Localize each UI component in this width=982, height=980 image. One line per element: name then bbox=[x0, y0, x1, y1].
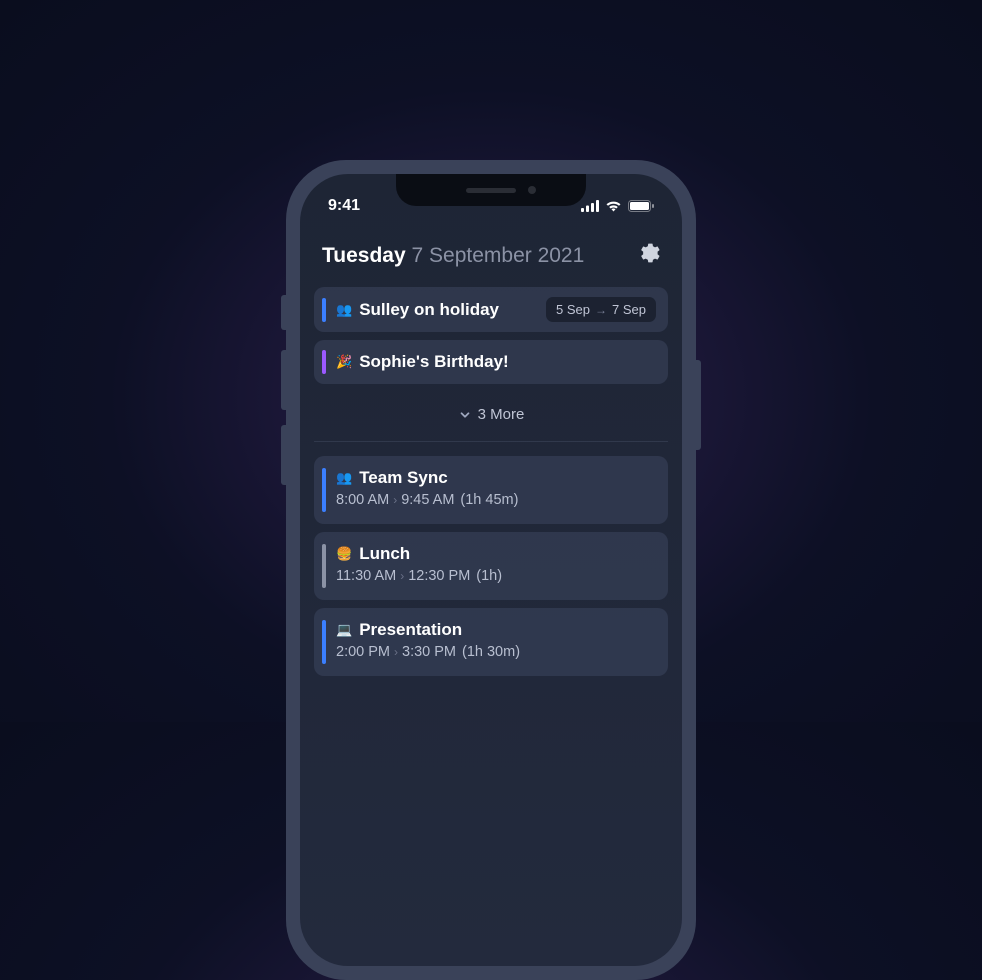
laptop-icon: 💻 bbox=[336, 622, 352, 638]
timed-event-card[interactable]: 💻 Presentation 2:00 PM › 3:30 PM (1h 30m… bbox=[314, 608, 668, 676]
duration: (1h) bbox=[476, 568, 502, 584]
event-color-stripe bbox=[322, 350, 326, 374]
all-day-event-card[interactable]: 👥 Sulley on holiday 5 Sep → 7 Sep bbox=[314, 287, 668, 332]
event-title-row: 👥 Sulley on holiday bbox=[336, 300, 546, 320]
start-time: 11:30 AM bbox=[336, 568, 396, 584]
timed-event-card[interactable]: 👥 Team Sync 8:00 AM › 9:45 AM (1h 45m) bbox=[314, 456, 668, 524]
speaker-grille bbox=[466, 188, 516, 193]
event-body: 🎉 Sophie's Birthday! bbox=[336, 352, 656, 372]
more-label: 3 More bbox=[478, 406, 525, 423]
volume-down-button bbox=[281, 425, 286, 485]
timed-event-card[interactable]: 🍔 Lunch 11:30 AM › 12:30 PM (1h) bbox=[314, 532, 668, 600]
event-body: 👥 Sulley on holiday bbox=[336, 300, 546, 320]
events-content: 👥 Sulley on holiday 5 Sep → 7 Sep 🎉 Soph… bbox=[300, 287, 682, 676]
duration: (1h 30m) bbox=[462, 644, 520, 660]
event-title: Sophie's Birthday! bbox=[359, 352, 509, 372]
people-icon: 👥 bbox=[336, 302, 352, 318]
chevron-down-icon bbox=[458, 408, 472, 422]
end-time: 12:30 PM bbox=[408, 568, 470, 584]
wifi-icon bbox=[605, 200, 622, 212]
event-title: Lunch bbox=[359, 544, 410, 564]
event-body: 👥 Team Sync 8:00 AM › 9:45 AM (1h 45m) bbox=[336, 468, 656, 508]
status-time: 9:41 bbox=[328, 197, 360, 215]
event-color-stripe bbox=[322, 620, 326, 664]
cellular-icon bbox=[581, 200, 599, 212]
mute-switch bbox=[281, 295, 286, 330]
event-color-stripe bbox=[322, 468, 326, 512]
battery-icon bbox=[628, 200, 654, 212]
date-string: 7 September 2021 bbox=[412, 244, 585, 267]
event-time: 2:00 PM › 3:30 PM (1h 30m) bbox=[336, 644, 656, 660]
event-color-stripe bbox=[322, 298, 326, 322]
start-time: 2:00 PM bbox=[336, 644, 390, 660]
party-icon: 🎉 bbox=[336, 354, 352, 370]
all-day-event-card[interactable]: 🎉 Sophie's Birthday! bbox=[314, 340, 668, 384]
page-title: Tuesday 7 September 2021 bbox=[322, 244, 584, 268]
arrow-right-icon: → bbox=[595, 303, 607, 317]
people-icon: 👥 bbox=[336, 470, 352, 486]
chevron-right-icon: › bbox=[400, 569, 404, 583]
event-time: 11:30 AM › 12:30 PM (1h) bbox=[336, 568, 656, 584]
start-time: 8:00 AM bbox=[336, 492, 389, 508]
power-button bbox=[696, 360, 701, 450]
front-camera bbox=[528, 186, 536, 194]
chevron-right-icon: › bbox=[394, 645, 398, 659]
volume-up-button bbox=[281, 350, 286, 410]
phone-screen: 9:41 bbox=[300, 174, 682, 966]
event-body: 💻 Presentation 2:00 PM › 3:30 PM (1h 30m… bbox=[336, 620, 656, 660]
chevron-right-icon: › bbox=[393, 493, 397, 507]
end-time: 9:45 AM bbox=[401, 492, 454, 508]
show-more-button[interactable]: 3 More bbox=[314, 392, 668, 442]
status-icons bbox=[581, 200, 654, 212]
phone-notch bbox=[396, 174, 586, 206]
food-icon: 🍔 bbox=[336, 546, 352, 562]
phone-frame: 9:41 bbox=[286, 160, 696, 980]
event-body: 🍔 Lunch 11:30 AM › 12:30 PM (1h) bbox=[336, 544, 656, 584]
event-title-row: 💻 Presentation bbox=[336, 620, 656, 640]
event-color-stripe bbox=[322, 544, 326, 588]
event-title: Presentation bbox=[359, 620, 462, 640]
event-title-row: 👥 Team Sync bbox=[336, 468, 656, 488]
date-to: 7 Sep bbox=[612, 302, 646, 317]
event-title: Team Sync bbox=[359, 468, 448, 488]
day-name: Tuesday bbox=[322, 244, 406, 267]
page-header: Tuesday 7 September 2021 bbox=[300, 224, 682, 287]
date-from: 5 Sep bbox=[556, 302, 590, 317]
event-title-row: 🍔 Lunch bbox=[336, 544, 656, 564]
event-title: Sulley on holiday bbox=[359, 300, 499, 320]
end-time: 3:30 PM bbox=[402, 644, 456, 660]
settings-button[interactable] bbox=[638, 242, 660, 269]
duration: (1h 45m) bbox=[460, 492, 518, 508]
gear-icon bbox=[638, 242, 660, 264]
date-range-pill: 5 Sep → 7 Sep bbox=[546, 297, 656, 322]
event-title-row: 🎉 Sophie's Birthday! bbox=[336, 352, 656, 372]
event-time: 8:00 AM › 9:45 AM (1h 45m) bbox=[336, 492, 656, 508]
